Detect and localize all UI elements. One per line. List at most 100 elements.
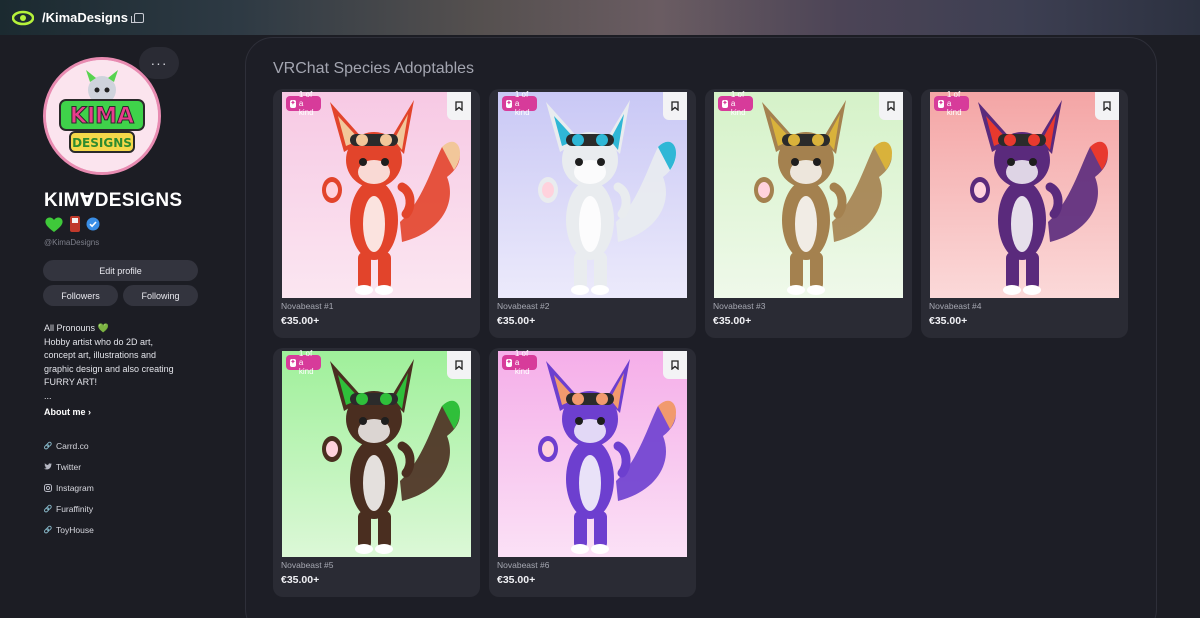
one-of-a-kind-badge: ✦ 1 of a kind — [286, 349, 321, 376]
product-name[interactable]: Novabeast #1 — [281, 301, 333, 311]
creature-illustration-icon — [322, 359, 461, 554]
bio-line: concept art, illustrations and — [44, 350, 157, 360]
top-bar: /KimaDesigns — [0, 0, 1200, 35]
product-card[interactable]: ✦ 1 of a kind Novabeast #4 €35.00+ — [921, 89, 1128, 338]
bookmark-button[interactable] — [663, 92, 687, 120]
bio-line: ... — [44, 390, 52, 401]
one-of-a-kind-badge: ✦ 1 of a kind — [502, 349, 537, 376]
product-price: €35.00+ — [281, 315, 320, 327]
link-furaffinity[interactable]: 🔗 Furaffinity — [44, 498, 94, 519]
profile-badges — [44, 215, 100, 233]
eye-logo-icon[interactable] — [12, 9, 34, 27]
bio-line: Hobby artist who do 2D art, — [44, 336, 154, 347]
badge-label: 1 of a kind — [514, 90, 530, 117]
one-of-a-kind-badge: ✦ 1 of a kind — [286, 90, 321, 117]
bookmark-icon — [455, 360, 463, 370]
link-toyhouse[interactable]: 🔗 ToyHouse — [44, 519, 94, 540]
product-image[interactable] — [930, 92, 1119, 298]
link-label: Furaffinity — [56, 503, 94, 514]
copy-icon[interactable] — [130, 12, 144, 23]
creature-illustration-icon — [322, 100, 461, 295]
product-name[interactable]: Novabeast #4 — [929, 301, 981, 311]
edit-profile-button[interactable]: Edit profile — [43, 260, 198, 281]
product-price: €35.00+ — [713, 315, 752, 327]
green-heart-icon — [45, 216, 63, 232]
phone-icon — [70, 216, 80, 232]
sparkle-icon: ✦ — [722, 99, 728, 108]
following-button[interactable]: Following — [123, 285, 198, 306]
link-icon: 🔗 — [43, 505, 53, 513]
twitter-icon — [44, 463, 52, 471]
bookmark-button[interactable] — [447, 351, 471, 379]
one-of-a-kind-badge: ✦ 1 of a kind — [934, 90, 969, 117]
one-of-a-kind-badge: ✦ 1 of a kind — [718, 90, 753, 117]
sparkle-icon: ✦ — [506, 99, 512, 108]
sparkle-icon: ✦ — [290, 358, 296, 367]
bookmark-button[interactable] — [663, 351, 687, 379]
product-name[interactable]: Novabeast #2 — [497, 301, 549, 311]
about-me-link[interactable]: About me › — [44, 407, 91, 417]
product-card[interactable]: ✦ 1 of a kind Novabeast #2 €35.00+ — [489, 89, 696, 338]
profile-links: 🔗 Carrd.co Twitter Instagram 🔗 Furaffini… — [44, 435, 94, 540]
product-name[interactable]: Novabeast #5 — [281, 560, 333, 570]
bookmark-button[interactable] — [879, 92, 903, 120]
product-card[interactable]: ✦ 1 of a kind Novabeast #6 €35.00+ — [489, 348, 696, 597]
bookmark-icon — [1103, 101, 1111, 111]
link-label: Instagram — [56, 482, 94, 493]
link-label: Twitter — [56, 461, 82, 472]
product-image[interactable] — [282, 92, 471, 298]
svg-text:DESIGNS: DESIGNS — [72, 136, 132, 150]
badge-label: 1 of a kind — [514, 349, 530, 376]
creature-illustration-icon — [538, 359, 677, 554]
product-image[interactable] — [714, 92, 903, 298]
bookmark-icon — [455, 101, 463, 111]
product-card[interactable]: ✦ 1 of a kind Novabeast #1 €35.00+ — [273, 89, 480, 338]
profile-sidebar: KIMA DESIGNS ··· KIMⱯDESIGNS @KimaDesign… — [0, 35, 235, 618]
link-instagram[interactable]: Instagram — [44, 477, 94, 498]
product-price: €35.00+ — [281, 574, 320, 586]
bookmark-button[interactable] — [447, 92, 471, 120]
profile-bio: All Pronouns 💚 Hobby artist who do 2D ar… — [44, 322, 174, 403]
product-price: €35.00+ — [497, 574, 536, 586]
creature-illustration-icon — [970, 100, 1109, 295]
badge-label: 1 of a kind — [298, 90, 314, 117]
sparkle-icon: ✦ — [506, 358, 512, 367]
bookmark-icon — [671, 360, 679, 370]
link-label: Carrd.co — [56, 440, 89, 451]
link-icon: 🔗 — [43, 526, 53, 534]
bookmark-icon — [887, 101, 895, 111]
one-of-a-kind-badge: ✦ 1 of a kind — [502, 90, 537, 117]
link-icon: 🔗 — [43, 442, 53, 450]
bio-line: All Pronouns 💚 — [44, 323, 109, 333]
link-label: ToyHouse — [56, 524, 94, 535]
followers-button[interactable]: Followers — [43, 285, 118, 306]
more-options-button[interactable]: ··· — [139, 47, 179, 79]
product-name[interactable]: Novabeast #3 — [713, 301, 765, 311]
product-card[interactable]: ✦ 1 of a kind Novabeast #5 €35.00+ — [273, 348, 480, 597]
sparkle-icon: ✦ — [938, 99, 944, 108]
sparkle-icon: ✦ — [290, 99, 296, 108]
section-title: VRChat Species Adoptables — [273, 60, 475, 77]
avatar-logo-icon: KIMA DESIGNS — [46, 60, 158, 172]
badge-label: 1 of a kind — [946, 90, 962, 117]
page-path[interactable]: /KimaDesigns — [42, 10, 128, 25]
badge-label: 1 of a kind — [730, 90, 746, 117]
product-card[interactable]: ✦ 1 of a kind Novabeast #3 €35.00+ — [705, 89, 912, 338]
bookmark-button[interactable] — [1095, 92, 1119, 120]
product-image[interactable] — [498, 351, 687, 557]
product-image[interactable] — [282, 351, 471, 557]
profile-handle: @KimaDesigns — [44, 238, 100, 247]
badge-label: 1 of a kind — [298, 349, 314, 376]
creature-illustration-icon — [538, 100, 677, 295]
profile-name: KIMⱯDESIGNS — [44, 190, 183, 211]
instagram-icon — [44, 483, 52, 492]
product-price: €35.00+ — [929, 315, 968, 327]
product-price: €35.00+ — [497, 315, 536, 327]
verified-icon — [86, 217, 100, 231]
product-image[interactable] — [498, 92, 687, 298]
link-carrd[interactable]: 🔗 Carrd.co — [44, 435, 94, 456]
bio-line: graphic design and also creating — [44, 363, 174, 374]
link-twitter[interactable]: Twitter — [44, 456, 94, 477]
product-name[interactable]: Novabeast #6 — [497, 560, 549, 570]
bio-line: FURRY ART! — [44, 377, 98, 387]
